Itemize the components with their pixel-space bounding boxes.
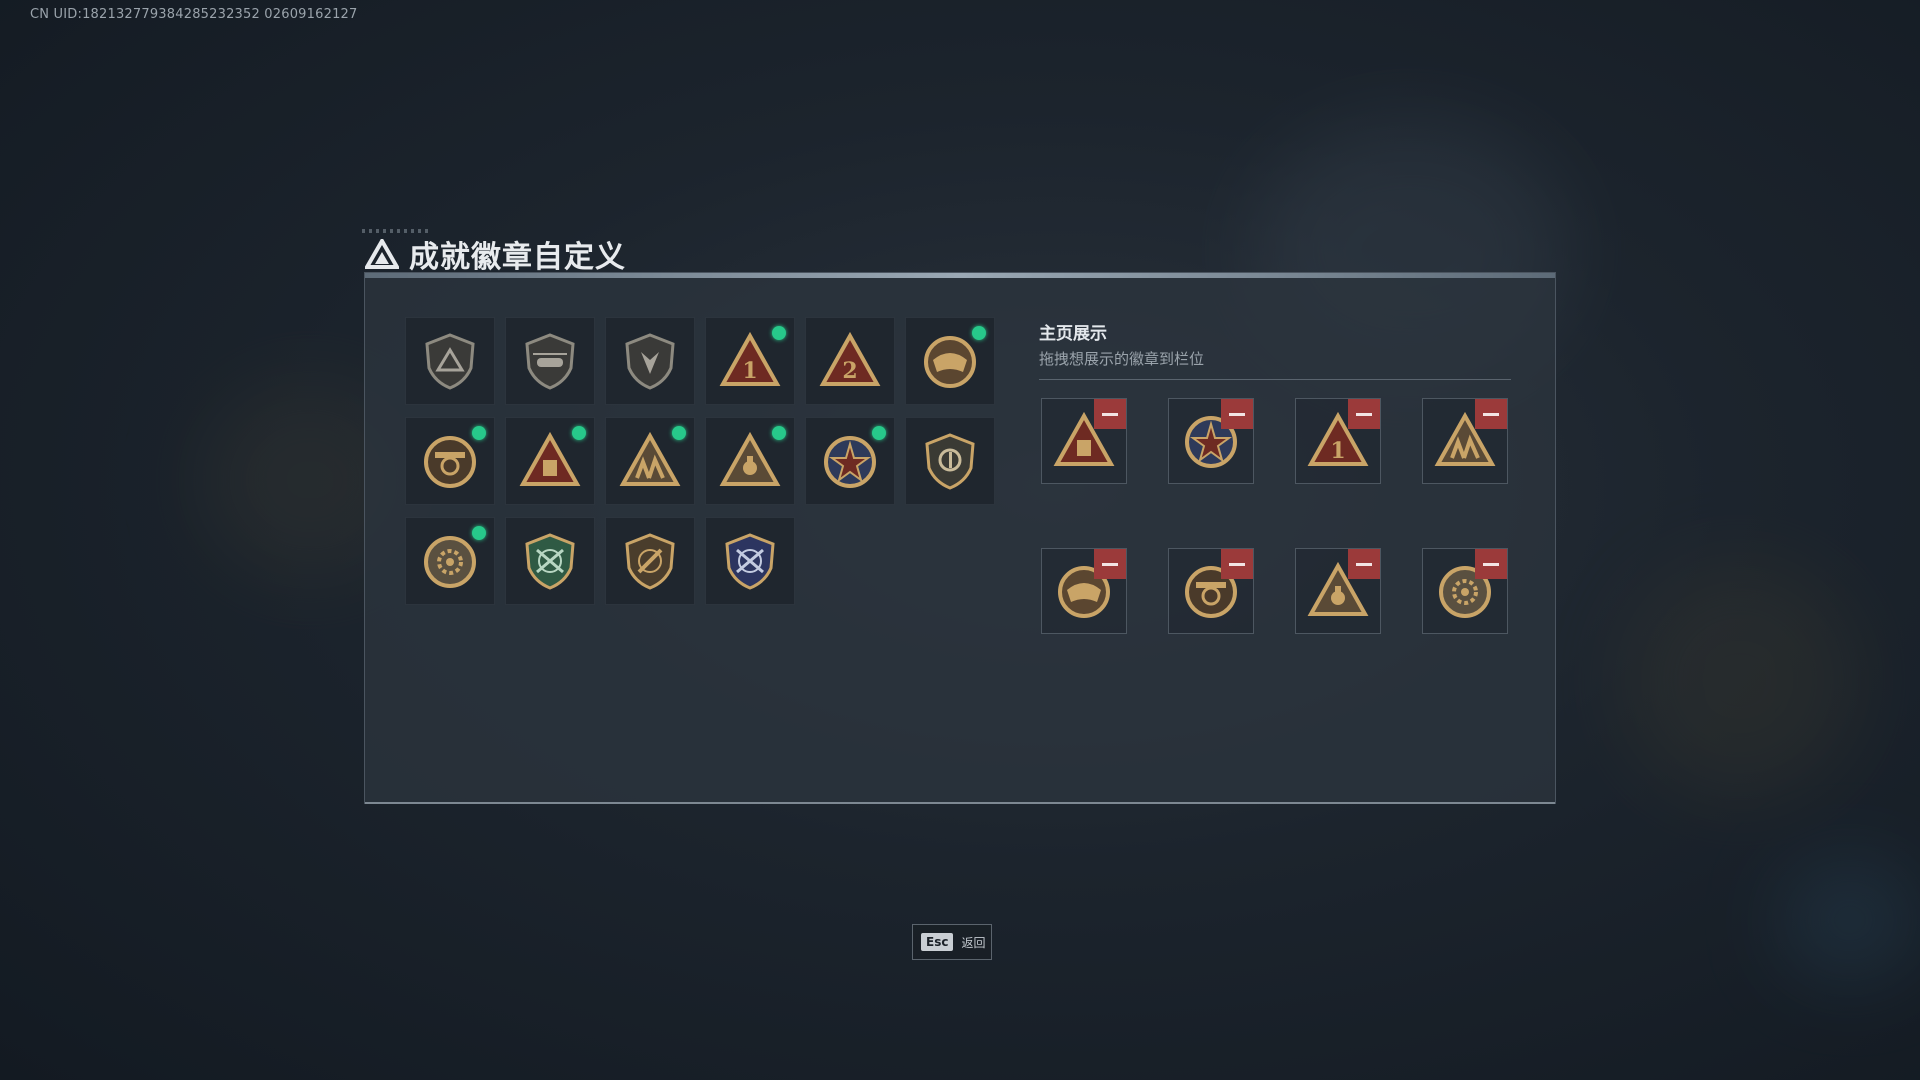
uid-text: CN UID:182132779384285232352 02609162127	[30, 7, 358, 22]
dragon-crest-badge-icon	[924, 336, 976, 388]
panel-top-bar	[365, 273, 1555, 278]
minus-icon	[1229, 562, 1245, 566]
new-indicator-dot	[772, 426, 786, 440]
svg-text:1: 1	[742, 358, 757, 384]
badge-cell[interactable]	[705, 417, 795, 505]
badge-cell[interactable]: 1	[705, 317, 795, 405]
minus-icon	[1102, 412, 1118, 416]
panel-title: 成就徽章自定义	[365, 232, 626, 276]
esc-back-button[interactable]: Esc 返回	[912, 924, 992, 960]
triangle-number-2-badge-icon: 2	[819, 331, 881, 386]
showcase-slot[interactable]	[1422, 548, 1508, 634]
badge-cell[interactable]	[505, 317, 595, 405]
remove-badge-button[interactable]	[1094, 399, 1126, 429]
showcase-divider	[1039, 379, 1511, 380]
badge-cell[interactable]	[405, 317, 495, 405]
badge-collection-grid: 12	[405, 317, 995, 605]
new-indicator-dot	[672, 426, 686, 440]
showcase-slots: 1	[1041, 398, 1508, 634]
badge-cell[interactable]	[505, 417, 595, 505]
new-indicator-dot	[872, 426, 886, 440]
shield-triangle-badge-icon	[425, 333, 475, 390]
showcase-slot[interactable]: 1	[1295, 398, 1381, 484]
minus-icon	[1102, 562, 1118, 566]
game-logo-icon	[365, 239, 399, 269]
shield-round-badge-icon	[925, 433, 975, 490]
triangle-rescue-badge-icon	[719, 431, 781, 486]
remove-badge-button[interactable]	[1221, 549, 1253, 579]
showcase-slot[interactable]	[1422, 398, 1508, 484]
remove-badge-button[interactable]	[1348, 549, 1380, 579]
panel-bottom-line	[365, 802, 1555, 804]
svg-text:2: 2	[842, 358, 857, 384]
badge-cell[interactable]	[405, 517, 495, 605]
triangle-soldiers-badge-icon	[619, 431, 681, 486]
blue-rifles-badge-icon	[725, 533, 775, 590]
green-rifles-badge-icon	[525, 533, 575, 590]
gear-emblem-badge-icon	[424, 536, 476, 588]
esc-back-label: 返回	[961, 935, 986, 950]
showcase-slot[interactable]	[1295, 548, 1381, 634]
remove-badge-button[interactable]	[1475, 549, 1507, 579]
bronze-rifle-badge-icon	[625, 533, 675, 590]
badge-cell[interactable]	[905, 317, 995, 405]
shield-helicopter-badge-icon	[525, 333, 575, 390]
showcase-slot[interactable]	[1168, 398, 1254, 484]
minus-icon	[1356, 562, 1372, 566]
new-indicator-dot	[772, 326, 786, 340]
new-indicator-dot	[472, 526, 486, 540]
tiger-year-badge-icon	[424, 436, 476, 488]
showcase-slot[interactable]	[1041, 398, 1127, 484]
remove-badge-button[interactable]	[1094, 549, 1126, 579]
badge-cell[interactable]	[605, 317, 695, 405]
showcase-slot[interactable]	[1168, 548, 1254, 634]
showcase-subtitle: 拖拽想展示的徽章到栏位	[1039, 350, 1205, 368]
minus-icon	[1229, 412, 1245, 416]
showcase-slot[interactable]	[1041, 548, 1127, 634]
badge-cell[interactable]	[605, 517, 695, 605]
page-title: 成就徽章自定义	[409, 240, 626, 275]
remove-badge-button[interactable]	[1348, 399, 1380, 429]
showcase-heading: 主页展示	[1039, 324, 1107, 344]
badge-cell[interactable]: 2	[805, 317, 895, 405]
badge-cell[interactable]	[605, 417, 695, 505]
svg-text:1: 1	[1330, 438, 1345, 464]
triangle-box-badge-icon	[519, 431, 581, 486]
new-indicator-dot	[972, 326, 986, 340]
badge-cell[interactable]	[505, 517, 595, 605]
homepage-showcase: 主页展示 拖拽想展示的徽章到栏位 1	[1039, 319, 1511, 634]
badge-cell[interactable]	[405, 417, 495, 505]
badge-cell[interactable]	[805, 417, 895, 505]
remove-badge-button[interactable]	[1221, 399, 1253, 429]
esc-key-icon: Esc	[921, 933, 954, 951]
minus-icon	[1356, 412, 1372, 416]
shield-arrow-badge-icon	[625, 333, 675, 390]
badge-cell[interactable]	[705, 517, 795, 605]
remove-badge-button[interactable]	[1475, 399, 1507, 429]
star-compass-badge-icon	[824, 436, 876, 488]
minus-icon	[1483, 412, 1499, 416]
minus-icon	[1483, 562, 1499, 566]
badge-cell[interactable]	[905, 417, 995, 505]
new-indicator-dot	[572, 426, 586, 440]
triangle-number-1-badge-icon: 1	[719, 331, 781, 386]
badge-customize-panel: 12 主页展示 拖拽想展示的徽章到栏位 1	[364, 272, 1556, 804]
new-indicator-dot	[472, 426, 486, 440]
